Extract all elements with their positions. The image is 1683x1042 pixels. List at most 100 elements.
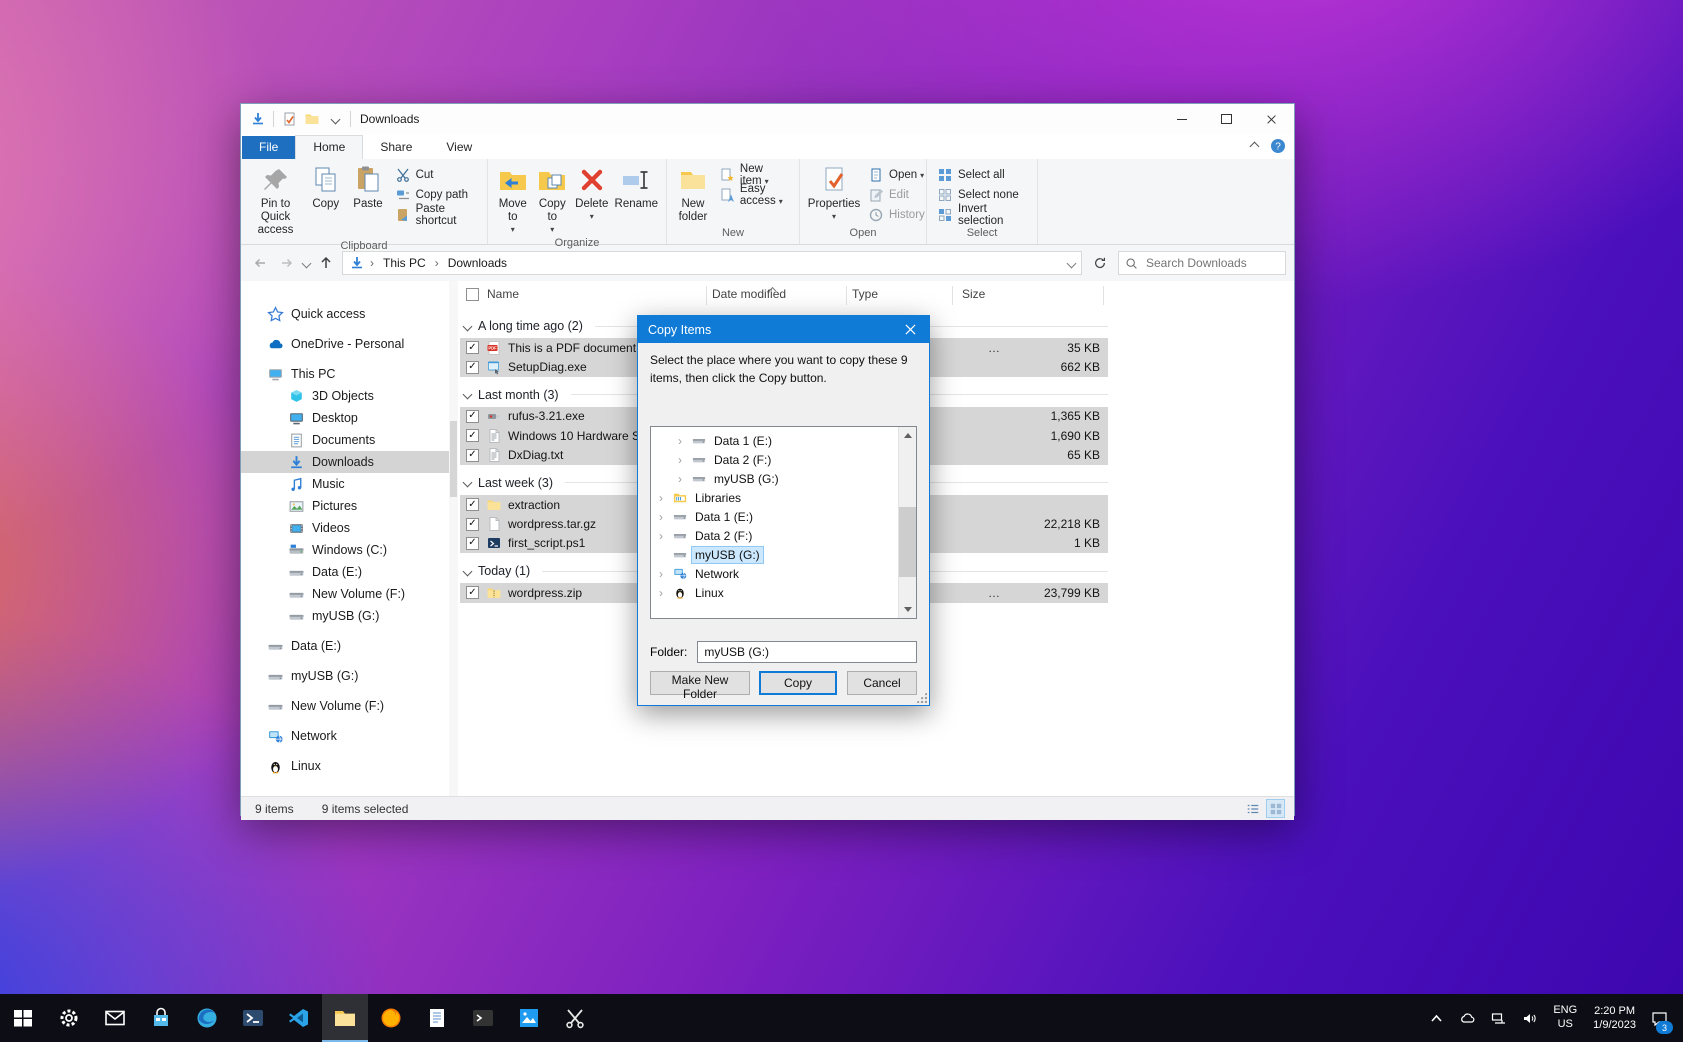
sidebar-item-quick-access[interactable]: Quick access (241, 303, 449, 325)
properties-quick-icon[interactable] (281, 111, 297, 127)
sidebar-item-pictures[interactable]: Pictures (241, 495, 449, 517)
breadcrumb-downloads[interactable]: Downloads (444, 254, 511, 272)
scrollbar-thumb[interactable] (899, 507, 916, 577)
new-folder-button[interactable]: New folder (672, 162, 714, 226)
cut-button[interactable]: Cut (390, 165, 482, 185)
address-dropdown-icon[interactable] (1067, 258, 1077, 268)
invert-selection-button[interactable]: Invert selection (932, 205, 1032, 225)
sidebar-scrollbar-thumb[interactable] (450, 421, 457, 497)
maximize-button[interactable] (1204, 104, 1249, 134)
minimize-button[interactable] (1159, 104, 1204, 134)
search-box[interactable] (1118, 251, 1286, 275)
tree-item-linux[interactable]: Linux (651, 583, 916, 602)
row-checkbox[interactable] (466, 537, 479, 550)
taskbar-edge[interactable] (184, 994, 230, 1042)
sidebar-item-myusb-g[interactable]: myUSB (G:) (241, 605, 449, 627)
taskbar-photos[interactable] (506, 994, 552, 1042)
breadcrumb[interactable]: This PC Downloads (342, 251, 1082, 275)
open-button[interactable]: Open (863, 165, 930, 185)
cancel-button[interactable]: Cancel (847, 671, 917, 695)
details-view-button[interactable] (1244, 800, 1261, 817)
sidebar-item-myusb-g-root[interactable]: myUSB (G:) (241, 665, 449, 687)
row-checkbox[interactable] (466, 361, 479, 374)
row-checkbox[interactable] (466, 341, 479, 354)
customize-toolbar-icon[interactable] (327, 111, 343, 127)
sidebar-item-videos[interactable]: Videos (241, 517, 449, 539)
row-checkbox[interactable] (466, 498, 479, 511)
sidebar-item-onedrive[interactable]: OneDrive - Personal (241, 333, 449, 355)
column-header-type[interactable]: Type (852, 287, 878, 301)
recent-locations-icon[interactable] (302, 258, 312, 268)
tree-item-libraries[interactable]: Libraries (651, 488, 916, 507)
taskbar-settings[interactable] (46, 994, 92, 1042)
sidebar-item-downloads[interactable]: Downloads (241, 451, 449, 473)
sidebar-item-3d-objects[interactable]: 3D Objects (241, 385, 449, 407)
tree-scrollbar[interactable] (898, 427, 916, 618)
make-new-folder-button[interactable]: Make New Folder (650, 671, 750, 695)
tree-item-network[interactable]: Network (651, 564, 916, 583)
taskbar-firefox[interactable] (368, 994, 414, 1042)
select-all-checkbox[interactable] (466, 288, 479, 301)
delete-button[interactable]: Delete (572, 162, 612, 223)
copy-to-button[interactable]: Copy to (533, 162, 573, 237)
history-button[interactable]: History (863, 205, 930, 225)
sidebar-item-new-volume-f-root[interactable]: New Volume (F:) (241, 695, 449, 717)
expander-icon[interactable] (678, 453, 689, 467)
language-indicator[interactable]: ENG US (1545, 1004, 1585, 1032)
tree-item-myusb-g[interactable]: myUSB (G:) (651, 469, 916, 488)
expander-icon[interactable] (659, 529, 670, 543)
move-to-button[interactable]: Move to (493, 162, 533, 237)
select-all-button[interactable]: Select all (932, 165, 1032, 185)
collapse-ribbon-icon[interactable] (1250, 141, 1260, 151)
tree-item-data-1-e[interactable]: Data 1 (E:) (651, 431, 916, 450)
tree-item-data-2-f[interactable]: Data 2 (F:) (651, 450, 916, 469)
sidebar-item-windows-c[interactable]: Windows (C:) (241, 539, 449, 561)
sidebar-item-music[interactable]: Music (241, 473, 449, 495)
taskbar-start-button[interactable] (0, 994, 46, 1042)
tab-file[interactable]: File (242, 136, 295, 159)
close-button[interactable] (1249, 104, 1294, 134)
folder-input[interactable] (697, 641, 917, 663)
expander-icon[interactable] (659, 548, 670, 562)
sidebar-item-linux[interactable]: Linux (241, 755, 449, 777)
sidebar-item-data-e-root[interactable]: Data (E:) (241, 635, 449, 657)
scroll-up-icon[interactable] (899, 427, 916, 444)
refresh-button[interactable] (1087, 251, 1113, 275)
row-checkbox[interactable] (466, 410, 479, 423)
expander-icon[interactable] (659, 491, 670, 505)
scroll-down-icon[interactable] (899, 601, 916, 618)
up-button[interactable] (315, 252, 337, 274)
copy-button-dialog[interactable]: Copy (759, 671, 837, 695)
collapse-group-icon[interactable] (463, 566, 473, 576)
search-input[interactable] (1144, 255, 1279, 271)
collapse-group-icon[interactable] (463, 390, 473, 400)
taskbar-mail[interactable] (92, 994, 138, 1042)
sidebar-item-this-pc[interactable]: This PC (241, 363, 449, 385)
help-icon[interactable]: ? (1270, 138, 1286, 154)
expander-icon[interactable] (678, 434, 689, 448)
sidebar-item-data-e[interactable]: Data (E:) (241, 561, 449, 583)
sidebar-scrollbar[interactable] (449, 281, 458, 796)
tray-volume[interactable] (1514, 994, 1545, 1042)
sidebar-item-documents[interactable]: Documents (241, 429, 449, 451)
row-checkbox[interactable] (466, 429, 479, 442)
back-button[interactable] (249, 252, 271, 274)
taskbar-powershell[interactable] (230, 994, 276, 1042)
tab-share[interactable]: Share (363, 136, 429, 159)
tray-network[interactable] (1483, 994, 1514, 1042)
paste-button[interactable]: Paste (346, 162, 389, 213)
pin-to-quick-access-button[interactable]: Pin to Quick access (246, 162, 305, 240)
expander-icon[interactable] (678, 472, 689, 486)
tray-chevron-up[interactable] (1421, 994, 1452, 1042)
expander-icon[interactable] (659, 510, 670, 524)
taskbar-notepad[interactable] (414, 994, 460, 1042)
tab-view[interactable]: View (429, 136, 489, 159)
column-header-name[interactable]: Name (487, 287, 519, 301)
taskbar-terminal[interactable] (460, 994, 506, 1042)
dialog-title-bar[interactable]: Copy Items (638, 316, 929, 343)
sidebar-item-desktop[interactable]: Desktop (241, 407, 449, 429)
easy-access-button[interactable]: Easy access (714, 185, 794, 205)
clock[interactable]: 2:20 PM 1/9/2023 (1585, 1004, 1644, 1033)
tab-home[interactable]: Home (295, 135, 363, 159)
expander-icon[interactable] (659, 586, 670, 600)
